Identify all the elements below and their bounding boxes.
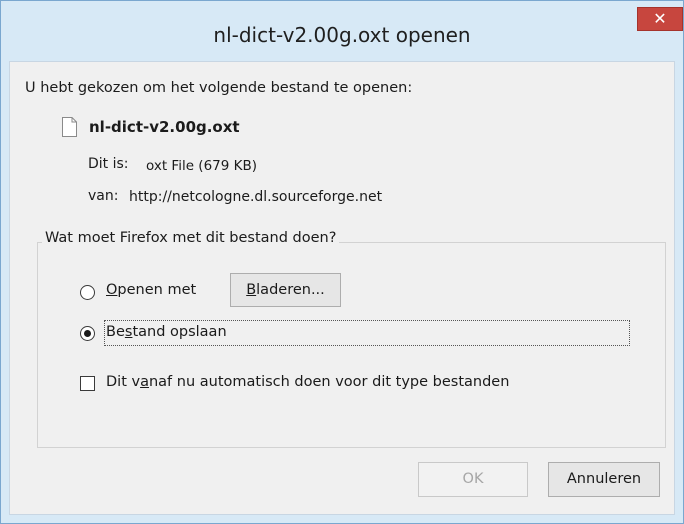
- auto-action-checkbox[interactable]: [80, 376, 95, 391]
- auto-action-label[interactable]: Dit vanaf nu automatisch doen voor dit t…: [106, 374, 509, 390]
- browse-button[interactable]: Bladeren...: [230, 273, 341, 307]
- save-file-label-prefix: Be: [106, 324, 125, 340]
- file-source-value: http://netcologne.dl.sourceforge.net: [129, 189, 383, 205]
- open-with-label-mnemonic: O: [106, 282, 118, 298]
- radio-selected-dot: [84, 330, 91, 337]
- open-with-radio[interactable]: [80, 285, 95, 300]
- auto-action-label-prefix: Dit v: [106, 374, 141, 390]
- auto-action-label-mnemonic: a: [140, 374, 149, 390]
- document-icon: [62, 117, 77, 137]
- window-title: nl-dict-v2.00g.oxt openen: [213, 23, 471, 47]
- download-dialog-window: nl-dict-v2.00g.oxt openen ✕ U hebt gekoz…: [0, 0, 684, 524]
- close-icon: ✕: [653, 9, 667, 28]
- auto-action-label-rest: naf nu automatisch doen voor dit type be…: [148, 374, 510, 390]
- file-name: nl-dict-v2.00g.oxt: [89, 118, 240, 136]
- save-file-label-rest: tand opslaan: [132, 324, 227, 340]
- file-source-label: van:: [88, 188, 119, 204]
- save-file-radio[interactable]: [80, 326, 95, 341]
- save-file-label[interactable]: Bestand opslaan: [106, 324, 227, 340]
- file-type-label: Dit is:: [88, 156, 129, 172]
- open-with-label-rest: penen met: [117, 282, 197, 298]
- intro-text: U hebt gekozen om het volgende bestand t…: [25, 80, 413, 96]
- close-button[interactable]: ✕: [637, 7, 683, 31]
- ok-button[interactable]: OK: [418, 462, 528, 497]
- title-bar[interactable]: nl-dict-v2.00g.oxt openen ✕: [1, 1, 683, 61]
- browse-button-mnemonic: B: [246, 282, 257, 298]
- open-with-label[interactable]: Openen met: [106, 282, 196, 298]
- file-type-value: oxt File (679 KB): [146, 158, 258, 174]
- dialog-body: U hebt gekozen om het volgende bestand t…: [9, 61, 675, 515]
- action-group-legend: Wat moet Firefox met dit bestand doen?: [42, 230, 340, 246]
- browse-button-rest: laderen...: [256, 282, 325, 298]
- cancel-button[interactable]: Annuleren: [548, 462, 660, 497]
